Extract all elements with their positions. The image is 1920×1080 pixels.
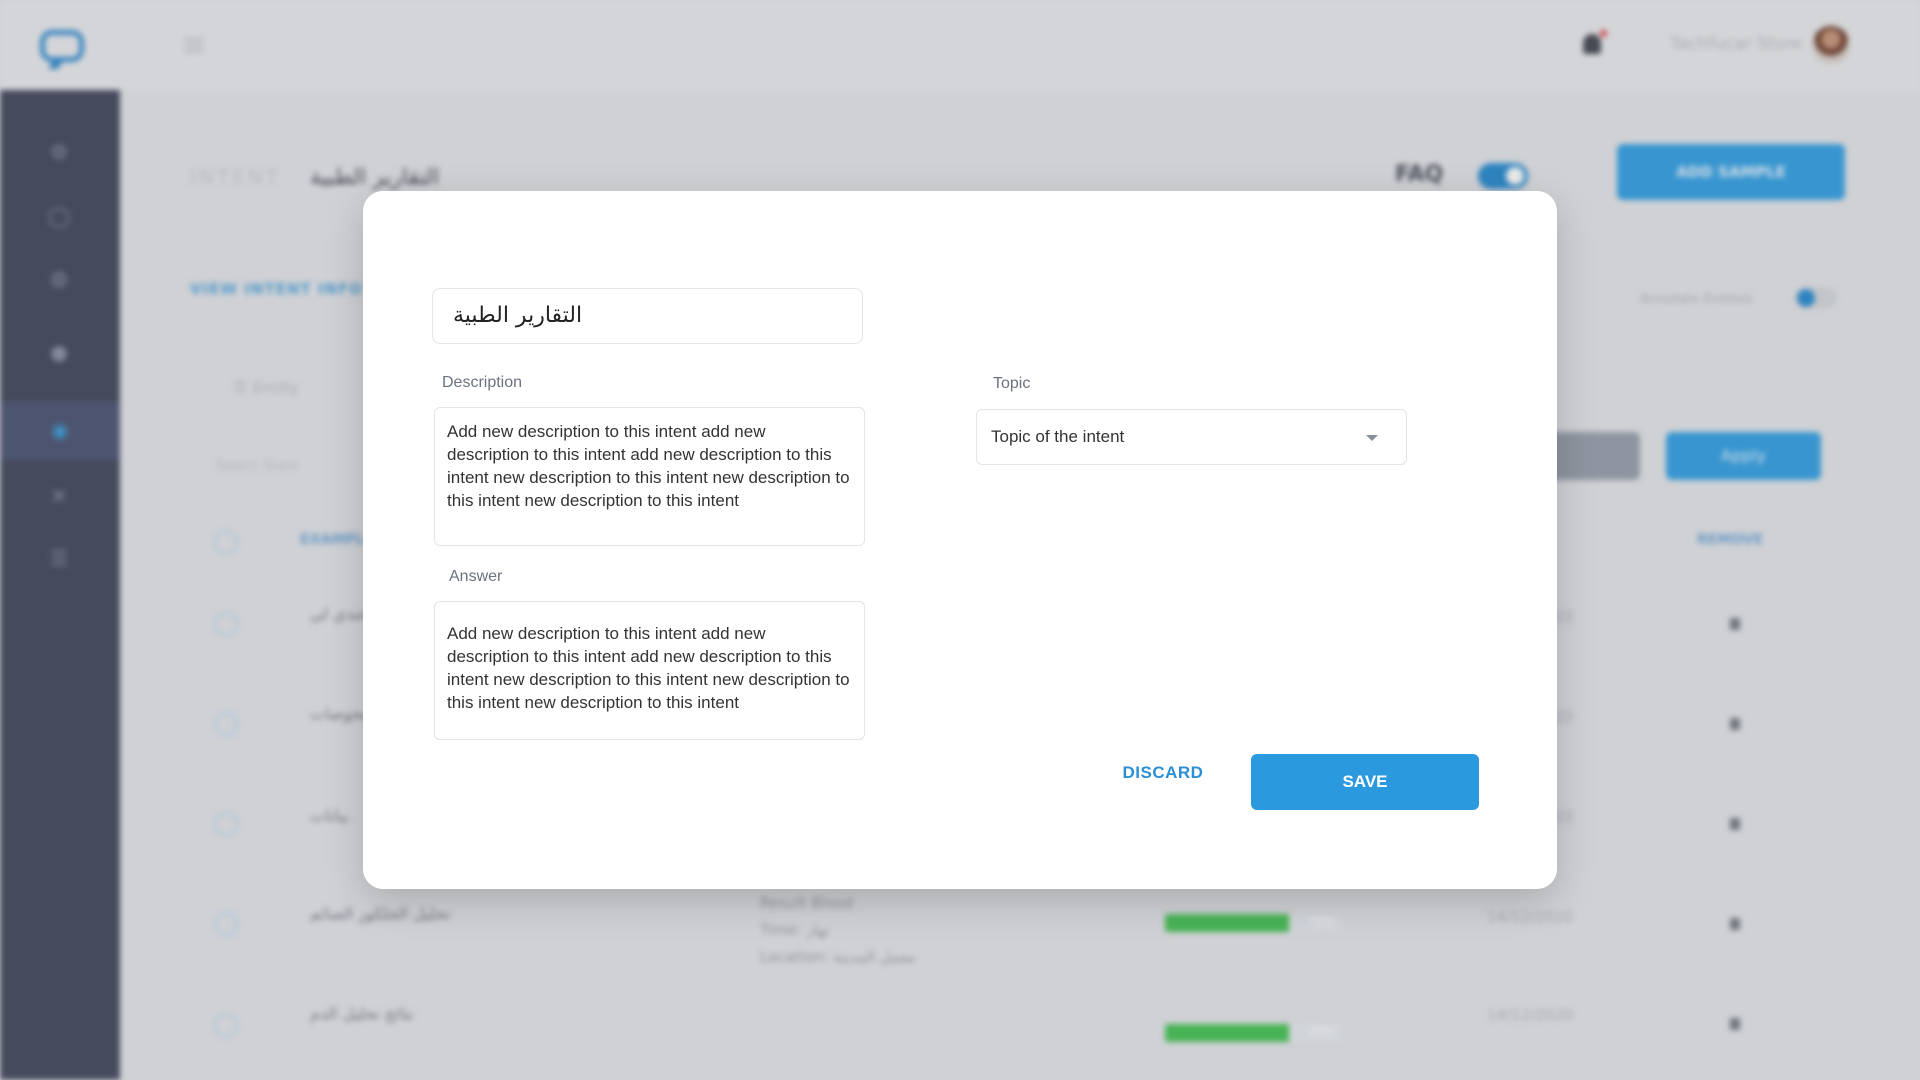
description-label: Description [442, 374, 523, 391]
topic-label: Topic [993, 375, 1031, 392]
answer-label: Answer [449, 568, 503, 585]
edit-intent-modal: التقارير الطبية Description Add new desc… [363, 191, 1557, 889]
description-textarea[interactable]: Add new description to this intent add n… [434, 407, 865, 546]
chevron-down-icon [1366, 435, 1378, 441]
save-button[interactable]: SAVE [1251, 754, 1479, 810]
discard-button[interactable]: DISCARD [1093, 753, 1233, 793]
intent-name-input[interactable]: التقارير الطبية [432, 288, 863, 344]
topic-placeholder: Topic of the intent [991, 427, 1125, 446]
topic-select[interactable]: Topic of the intent [976, 409, 1407, 465]
answer-textarea[interactable]: Add new description to this intent add n… [434, 601, 865, 740]
